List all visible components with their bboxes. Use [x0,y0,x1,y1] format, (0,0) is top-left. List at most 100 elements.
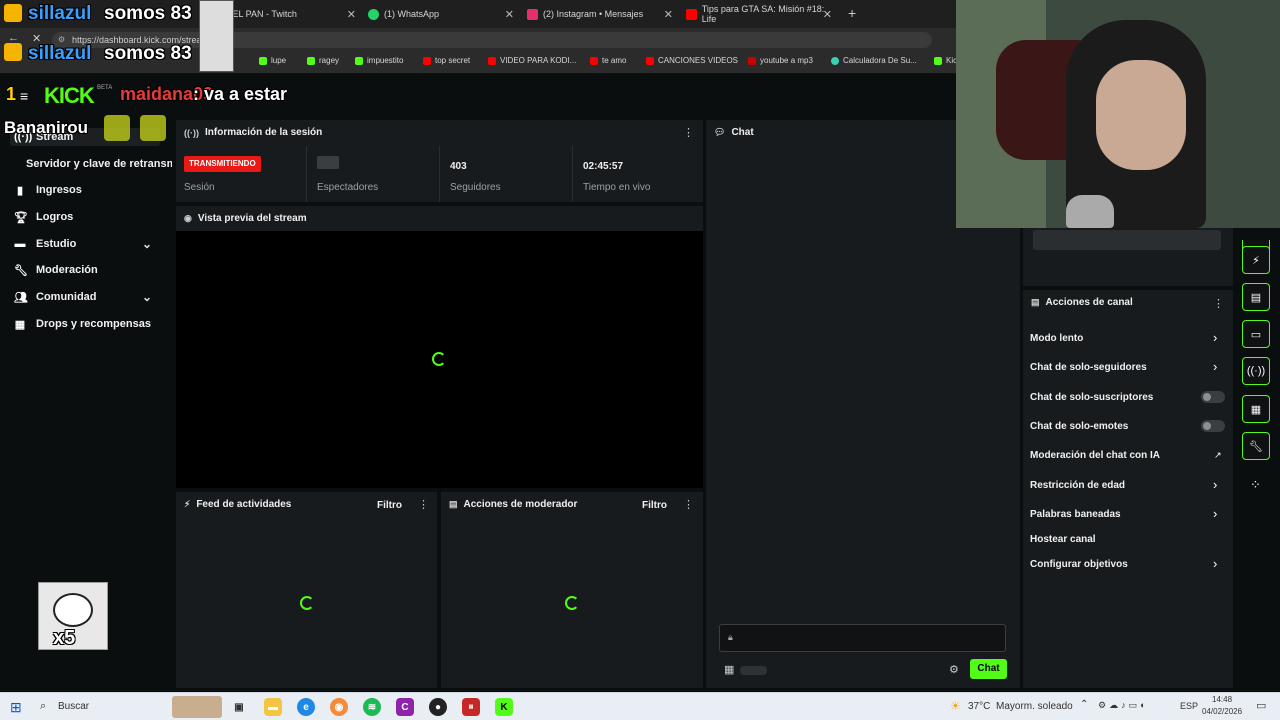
close-icon[interactable]: ✕ [823,8,832,21]
close-icon[interactable]: ✕ [347,8,356,21]
close-icon[interactable]: ✕ [505,8,514,21]
bookmark-top-secret[interactable]: top secret [423,56,470,65]
weather-desc[interactable]: Mayorm. soleado [996,701,1073,712]
tab-whatsapp[interactable]: (1) WhatsApp ✕ [368,2,520,26]
bookmark-label: Calculadora De Su... [843,56,917,65]
panel-title: ◉ Vista previa del stream [184,213,307,224]
instagram-icon [527,8,538,20]
broadcast-icon[interactable]: ((·)) [1242,357,1270,385]
overlay-badge-icon [4,4,22,22]
action-host-channel[interactable]: Hostear canal [1030,534,1096,545]
more-options-icon[interactable]: ⋮ [683,498,694,511]
bookmark-canciones[interactable]: CANCIONES VIDEOS [646,56,738,65]
chevron-down-icon[interactable]: ⌄ [142,237,152,251]
spotify-icon[interactable]: ≋ [363,698,381,716]
bookmark-calculadora[interactable]: Calculadora De Su... [831,56,917,65]
viewers-value-placeholder [317,156,339,169]
chat-send-button[interactable]: Chat [970,659,1007,679]
weather-temp[interactable]: 37°C [968,701,990,712]
top-right-panel [1023,228,1233,286]
lightning-icon[interactable]: ⚡︎ [1242,246,1270,274]
action-followers-only[interactable]: Chat de solo-seguidores [1030,362,1147,373]
sidebar-item-label: Drops y recompensas [36,318,151,330]
beta-badge: BETA [97,85,113,91]
menu-icon[interactable]: ≡ [20,88,28,104]
whatsapp-icon [368,8,379,20]
language-indicator[interactable]: ESP [1180,701,1198,711]
sidebar-item-logros[interactable]: 🏆︎ Logros [14,207,73,227]
bookmark-lupe[interactable]: lupe [259,56,286,65]
chevron-up-icon[interactable]: ⌃ [1080,699,1088,710]
clock-date[interactable]: 04/02/2026 [1202,707,1242,716]
external-link-icon[interactable]: ↗ [1214,450,1222,461]
kick-logo[interactable]: KICK [44,83,95,109]
action-age-restriction[interactable]: Restricción de edad [1030,480,1125,491]
tray-icons[interactable]: ⚙☁♪▭◐ [1098,700,1149,711]
tab-youtube[interactable]: Tips para GTA SA: Misión #18: Life ✕ [686,2,838,26]
bookmark-youtube-mp3[interactable]: youtube a mp3 [748,56,813,65]
document-icon[interactable]: ▤ [1242,283,1270,311]
subscribers-only-toggle[interactable] [1201,391,1225,403]
sidebar-item-ingresos[interactable]: ▮ Ingresos [14,180,82,200]
wrench-icon: 🔧︎ [14,264,28,277]
more-options-icon[interactable]: ⋮ [1213,297,1224,310]
youtube-icon [748,56,756,65]
sidebar-item-comunidad[interactable]: 👥︎ Comunidad ⌄ [14,287,164,307]
wrench-icon[interactable]: 🔧︎ [1242,432,1270,460]
more-tools-icon[interactable]: ⁘ [1250,477,1261,493]
panel-title: ▤ Acciones de canal [1031,297,1133,308]
sidebar-item-estudio[interactable]: ▬ Estudio ⌄ [14,234,164,254]
notifications-icon[interactable]: ▭ [1256,699,1266,712]
weather-icon: ☀ [950,699,961,713]
sidebar-item-moderacion[interactable]: 🔧︎ Moderación [14,260,98,280]
sidebar-item-drops[interactable]: ▦ Drops y recompensas [14,314,151,334]
action-slow-mode[interactable]: Modo lento [1030,333,1083,344]
more-options-icon[interactable]: ⋮ [683,126,694,139]
bookmark-kick[interactable]: Kic [934,56,957,65]
bookmark-video-kodi[interactable]: VIDEO PARA KODI... [488,56,576,65]
close-icon[interactable]: ✕ [664,8,673,21]
action-ai-moderation[interactable]: Moderación del chat con IA [1030,450,1160,461]
store-icon[interactable]: ▦ [724,663,734,676]
chevron-right-icon[interactable]: › [1213,506,1217,521]
bookmark-impuestito[interactable]: impuestito [355,56,403,65]
action-configure-goals[interactable]: Configurar objetivos [1030,559,1128,570]
kick-icon [259,56,267,65]
bookmark-te-amo[interactable]: te amo [590,56,626,65]
bookmark-label: ragey [319,56,340,65]
bookmark-label: top secret [435,56,471,65]
task-view-icon[interactable]: ▣ [230,698,248,716]
moderation-icon[interactable]: ▦ [1242,395,1270,423]
file-explorer-icon[interactable]: ▬ [264,698,282,716]
chevron-right-icon[interactable]: › [1213,556,1217,571]
app-c-icon[interactable]: C [396,698,414,716]
chevron-right-icon[interactable]: › [1213,359,1217,374]
chat-bubble-icon[interactable]: ▭ [1242,320,1270,348]
browser-icon[interactable]: ◉ [330,698,348,716]
chat-input[interactable]: 🔒︎ [719,624,1006,652]
obs-icon[interactable]: ● [429,698,447,716]
filter-button[interactable]: Filtro [377,500,402,511]
panel-title: 💬︎ Chat [714,127,754,138]
clock-time[interactable]: 14:48 [1212,695,1232,704]
search-icon[interactable]: ⌕ [40,700,46,713]
chevron-right-icon[interactable]: › [1213,477,1217,492]
bookmark-ragey[interactable]: ragey [307,56,339,65]
youtube-icon [590,56,598,65]
windows-start-icon[interactable]: ⊞ [10,699,22,716]
chevron-right-icon[interactable]: › [1213,330,1217,345]
more-options-icon[interactable]: ⋮ [418,498,429,511]
filter-button[interactable]: Filtro [642,500,667,511]
taskbar-search[interactable]: Buscar [58,701,89,712]
settings-gear-icon[interactable]: ⚙ [949,663,959,676]
sidebar-item-server-key[interactable]: Servidor y clave de retransmisión [26,154,172,174]
action-banned-words[interactable]: Palabras baneadas [1030,509,1121,520]
tab-instagram[interactable]: (2) Instagram • Mensajes ✕ [527,2,679,26]
emotes-only-toggle[interactable] [1201,420,1225,432]
new-tab-button[interactable]: + [848,5,856,21]
kick-icon[interactable]: K [495,698,513,716]
edge-icon[interactable]: e [297,698,315,716]
overlay-badge-icon [4,43,22,61]
voicemeeter-icon[interactable]: ▤ [462,698,480,716]
chevron-down-icon[interactable]: ⌄ [142,290,152,304]
